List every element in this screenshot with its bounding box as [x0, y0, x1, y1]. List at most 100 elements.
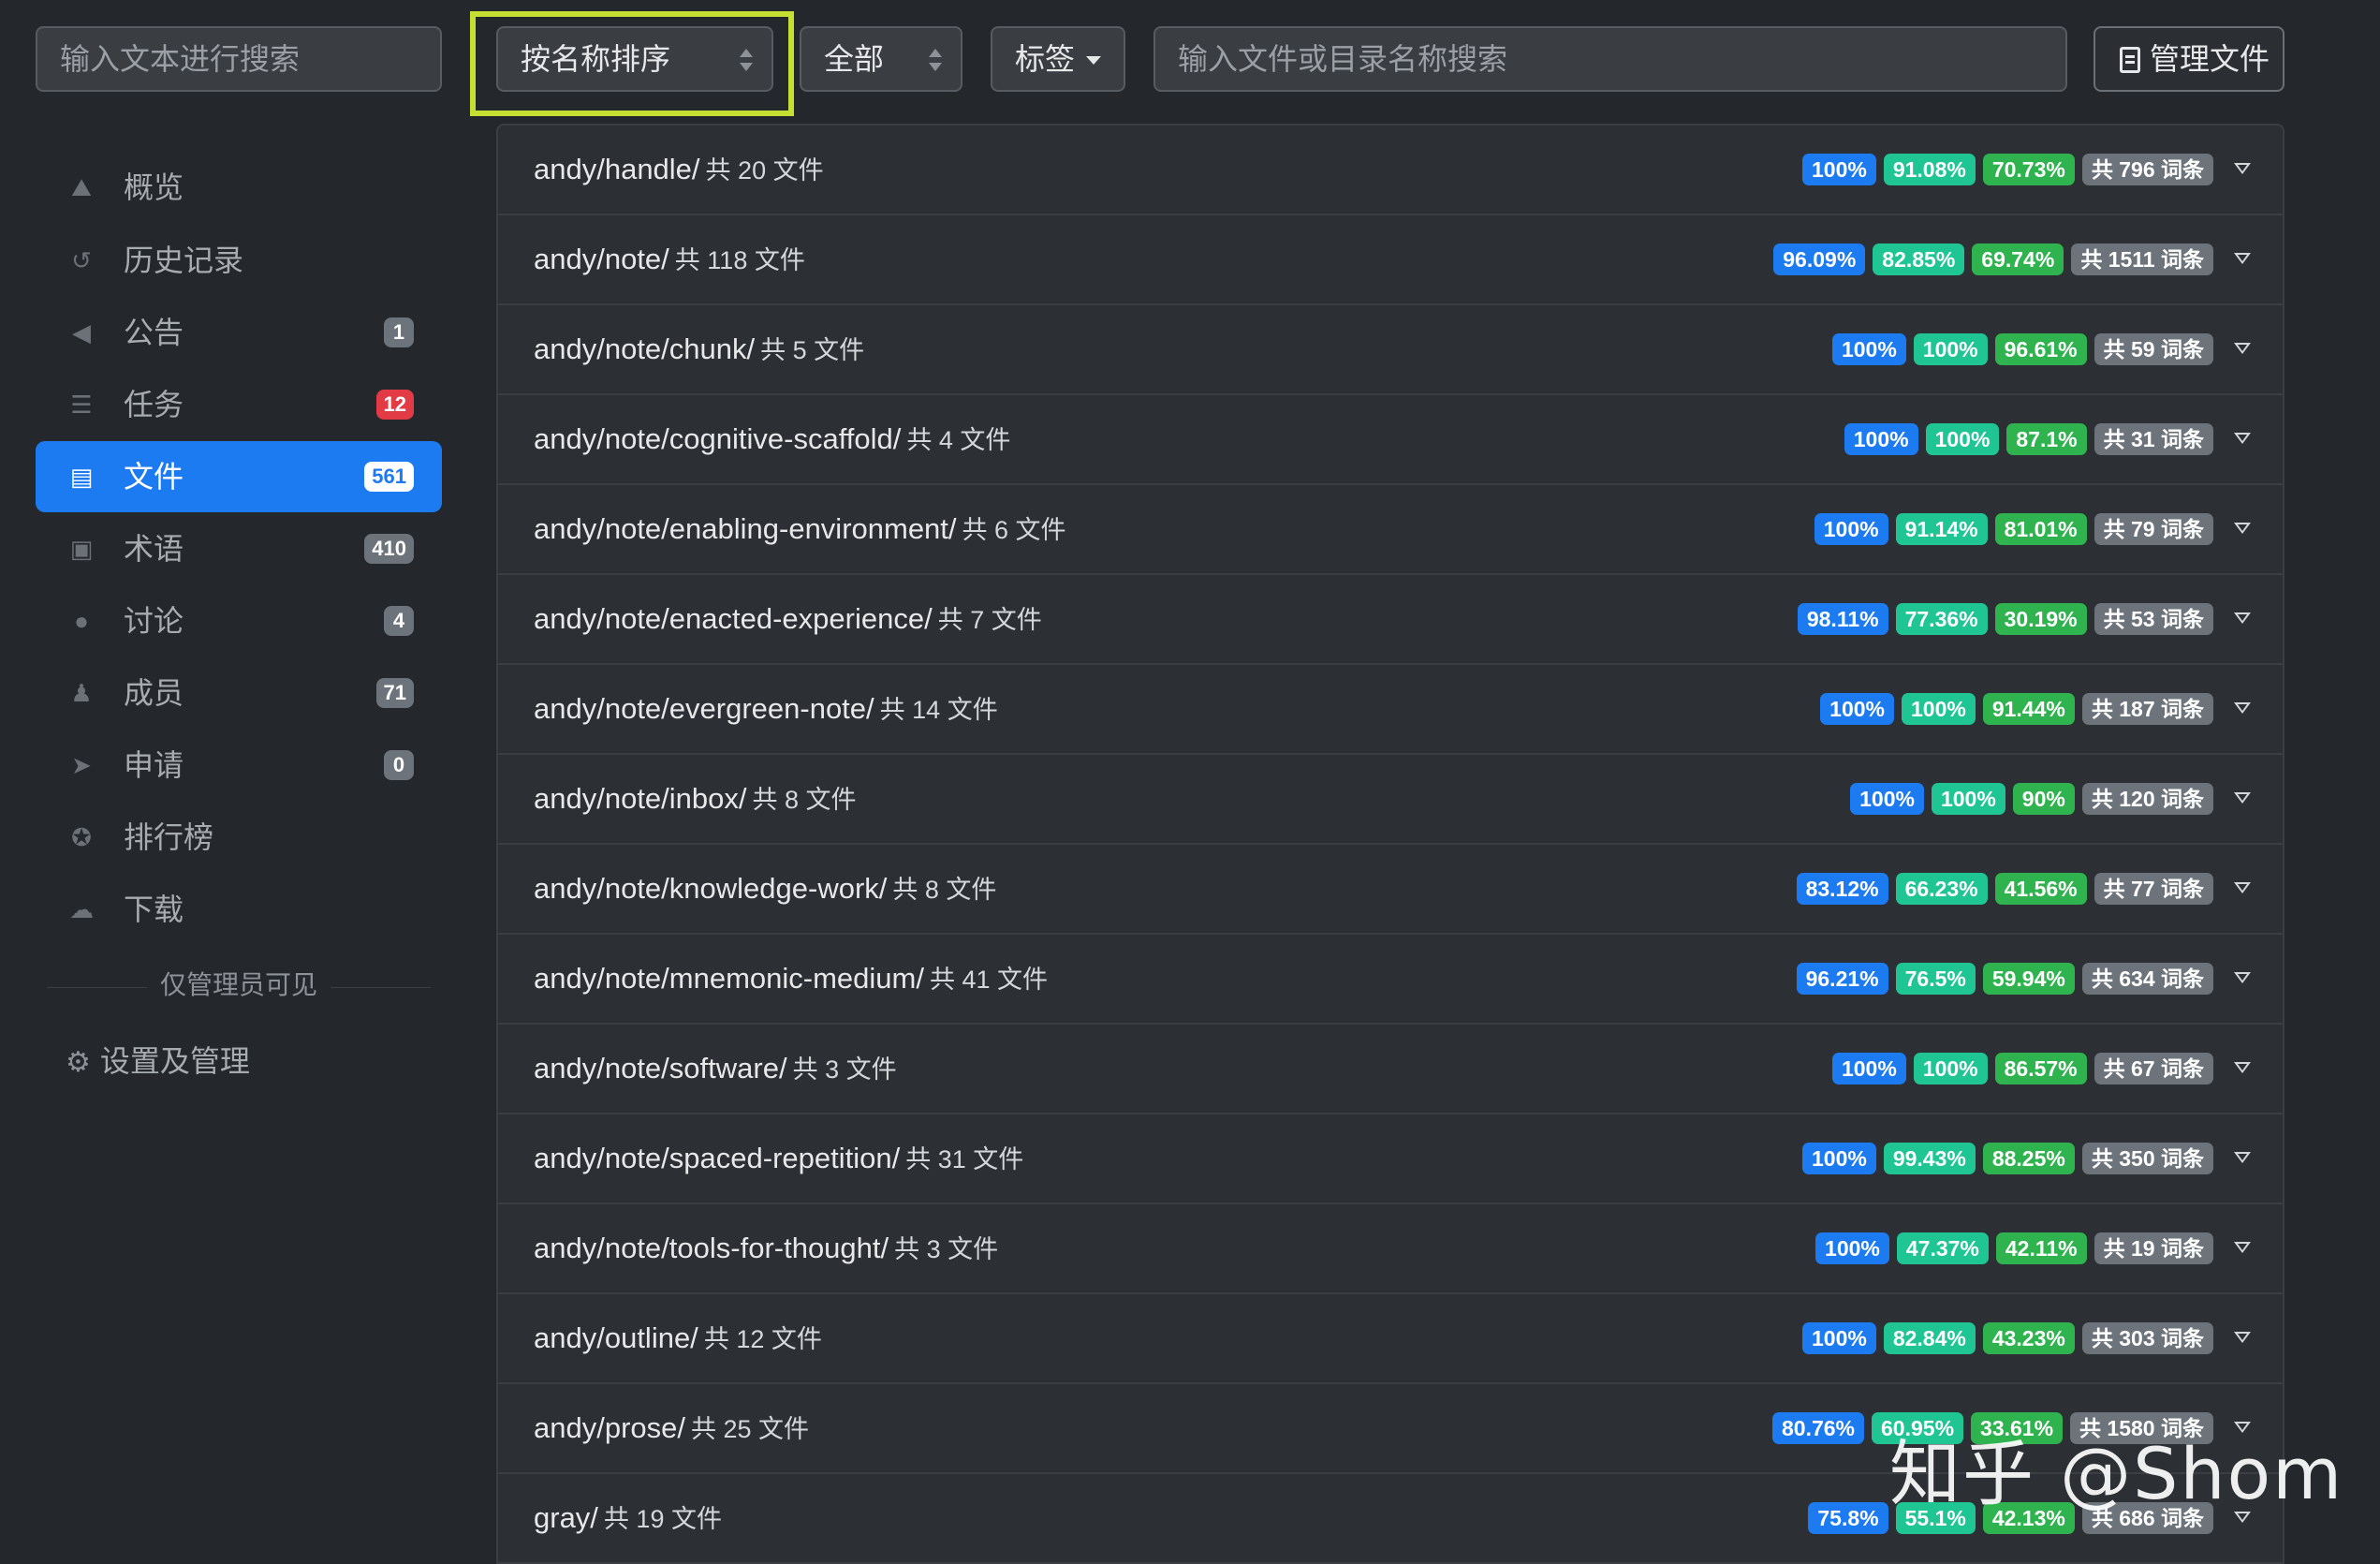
file-count: 共 3 文件 [894, 1235, 999, 1263]
directory-path[interactable]: andy/prose/共 25 文件 [534, 1384, 809, 1473]
count-badge: 0 [384, 750, 414, 780]
file-search-input[interactable]: 输入文件或目录名称搜索 [1153, 26, 2067, 92]
approved-percent-badge: 42.11% [1995, 1232, 2087, 1264]
select-arrows-icon [740, 49, 753, 71]
count-badge: 410 [364, 534, 414, 564]
progress-badges: 98.11% 77.36% 30.19% 共 53 词条 [1797, 603, 2213, 635]
sidebar-item[interactable]: ♟ 成员 71 [36, 657, 442, 729]
manage-files-button[interactable]: 管理文件 [2094, 26, 2285, 92]
expand-triangle-icon[interactable] [2234, 163, 2251, 176]
tag-dropdown[interactable]: 标签 [991, 26, 1125, 92]
translated-percent-badge: 100% [1850, 783, 1924, 815]
sidebar-item[interactable]: ☁ 下载 [36, 874, 442, 945]
expand-triangle-icon[interactable] [2234, 972, 2251, 985]
text-search-input[interactable]: 输入文本进行搜索 [36, 26, 442, 92]
directory-row[interactable]: andy/note/chunk/共 5 文件 100% 100% 96.61% 共 59… [498, 305, 2283, 395]
directory-row[interactable]: andy/note/enabling-environment/共 6 文件 100… [498, 485, 2283, 575]
directory-path-text: andy/note/ [534, 243, 669, 275]
directory-row[interactable]: andy/note/共 118 文件 96.09% 82.85% 69.74% 共 15… [498, 215, 2283, 305]
directory-path[interactable]: andy/note/chunk/共 5 文件 [534, 305, 864, 394]
sidebar-item[interactable]: ⛰ 概览 [36, 152, 442, 223]
expand-triangle-icon[interactable] [2234, 1152, 2251, 1165]
directory-row[interactable]: andy/handle/共 20 文件 100% 91.08% 70.73% 共 796… [498, 125, 2283, 215]
directory-row[interactable]: andy/note/mnemonic-medium/共 41 文件 96.21% 7… [498, 935, 2283, 1025]
settings-link[interactable]: ⚙ 设置及管理 [66, 1038, 250, 1081]
expand-triangle-icon[interactable] [2234, 343, 2251, 356]
directory-row[interactable]: andy/note/evergreen-note/共 14 文件 100% 100%… [498, 665, 2283, 755]
expand-triangle-icon[interactable] [2234, 702, 2251, 716]
directory-path[interactable]: andy/handle/共 20 文件 [534, 125, 824, 214]
approved-percent-badge: 70.73% [1982, 154, 2075, 185]
expand-triangle-icon[interactable] [2234, 523, 2251, 536]
approved-percent-badge: 91.44% [1982, 693, 2075, 725]
expand-triangle-icon[interactable] [2234, 1242, 2251, 1255]
paper-plane-icon: ➤ [71, 751, 92, 779]
directory-path[interactable]: andy/note/evergreen-note/共 14 文件 [534, 665, 998, 754]
expand-triangle-icon[interactable] [2234, 253, 2251, 266]
reviewed-percent-badge: 100% [1931, 783, 2005, 815]
sidebar-item-label: 排行榜 [124, 820, 214, 854]
expand-triangle-icon[interactable] [2234, 1062, 2251, 1075]
approved-percent-badge: 87.1% [2006, 423, 2087, 455]
count-badge: 1 [384, 317, 414, 347]
sidebar-item[interactable]: ● 讨论 4 [36, 585, 442, 657]
directory-path[interactable]: andy/note/mnemonic-medium/共 41 文件 [534, 935, 1048, 1024]
sidebar-item[interactable]: ◀ 公告 1 [36, 297, 442, 368]
tasks-icon: ☰ [70, 391, 93, 419]
sidebar-item[interactable]: ➤ 申请 0 [36, 730, 442, 801]
term-count-badge: 共 634 词条 [2081, 963, 2213, 995]
term-count-badge: 共 79 词条 [2094, 513, 2213, 545]
reviewed-percent-badge: 91.08% [1883, 154, 1976, 185]
directory-path[interactable]: andy/note/enabling-environment/共 6 文件 [534, 485, 1066, 574]
sidebar-item[interactable]: ✪ 排行榜 [36, 802, 442, 873]
file-count: 共 8 文件 [752, 786, 857, 814]
expand-triangle-icon[interactable] [2234, 1332, 2251, 1345]
progress-badges: 100% 100% 91.44% 共 187 词条 [1820, 693, 2213, 725]
file-count: 共 14 文件 [879, 696, 998, 724]
sidebar-item-label: 文件 [124, 460, 184, 494]
filter-select-value: 全部 [824, 42, 885, 76]
sort-select[interactable]: 按名称排序 [496, 26, 773, 92]
directory-row[interactable]: andy/note/knowledge-work/共 8 文件 83.12% 66.… [498, 845, 2283, 935]
directory-row[interactable]: andy/note/enacted-experience/共 7 文件 98.11… [498, 575, 2283, 665]
translated-percent-badge: 100% [1801, 154, 1876, 185]
expand-triangle-icon[interactable] [2234, 612, 2251, 626]
directory-path[interactable]: andy/outline/共 12 文件 [534, 1294, 822, 1383]
directory-path[interactable]: andy/note/spaced-repetition/共 31 文件 [534, 1114, 1023, 1203]
approved-percent-badge: 86.57% [1994, 1053, 2087, 1084]
sidebar-item[interactable]: ▣ 术语 410 [36, 513, 442, 584]
directory-row[interactable]: andy/note/spaced-repetition/共 31 文件 100% 9… [498, 1114, 2283, 1204]
directory-path[interactable]: andy/note/cognitive-scaffold/共 4 文件 [534, 395, 1010, 484]
directory-path-text: andy/note/inbox/ [534, 782, 747, 815]
directory-path[interactable]: andy/note/enacted-experience/共 7 文件 [534, 575, 1042, 664]
directory-row[interactable]: andy/outline/共 12 文件 100% 82.84% 43.23% 共 30… [498, 1294, 2283, 1384]
directory-row[interactable]: andy/note/cognitive-scaffold/共 4 文件 100% 1… [498, 395, 2283, 485]
approved-percent-badge: 69.74% [1972, 243, 2064, 275]
directory-path[interactable]: gray/共 19 文件 [534, 1474, 722, 1563]
expand-triangle-icon[interactable] [2234, 882, 2251, 895]
sidebar-item[interactable]: ☰ 任务 12 [36, 369, 442, 440]
sidebar-item[interactable]: ▤ 文件 561 [36, 441, 442, 512]
sidebar-item[interactable]: ↺ 历史记录 [36, 225, 442, 296]
directory-row[interactable]: andy/note/inbox/共 8 文件 100% 100% 90% 共 120 词… [498, 755, 2283, 845]
progress-badges: 100% 100% 96.61% 共 59 词条 [1831, 333, 2213, 365]
directory-path[interactable]: andy/note/inbox/共 8 文件 [534, 755, 857, 844]
directory-path[interactable]: andy/note/knowledge-work/共 8 文件 [534, 845, 996, 934]
directory-path-text: andy/note/evergreen-note/ [534, 692, 874, 725]
medal-icon: ✪ [71, 823, 92, 851]
glossary-icon: ▣ [69, 535, 94, 563]
translated-percent-badge: 100% [1815, 1232, 1889, 1264]
translated-percent-badge: 100% [1831, 333, 1906, 365]
directory-path[interactable]: andy/note/software/共 3 文件 [534, 1025, 897, 1114]
directory-path[interactable]: andy/note/共 118 文件 [534, 215, 805, 304]
directory-row[interactable]: andy/note/tools-for-thought/共 3 文件 100% 47… [498, 1204, 2283, 1294]
reviewed-percent-badge: 100% [1913, 1053, 1988, 1084]
expand-triangle-icon[interactable] [2234, 433, 2251, 446]
directory-row[interactable]: andy/note/software/共 3 文件 100% 100% 86.57% 共… [498, 1025, 2283, 1114]
filter-select[interactable]: 全部 [800, 26, 962, 92]
directory-path[interactable]: andy/note/tools-for-thought/共 3 文件 [534, 1204, 998, 1293]
expand-triangle-icon[interactable] [2234, 792, 2251, 805]
progress-badges: 100% 100% 86.57% 共 67 词条 [1831, 1053, 2213, 1084]
file-count: 共 118 文件 [674, 246, 805, 274]
reviewed-percent-badge: 100% [1925, 423, 2000, 455]
